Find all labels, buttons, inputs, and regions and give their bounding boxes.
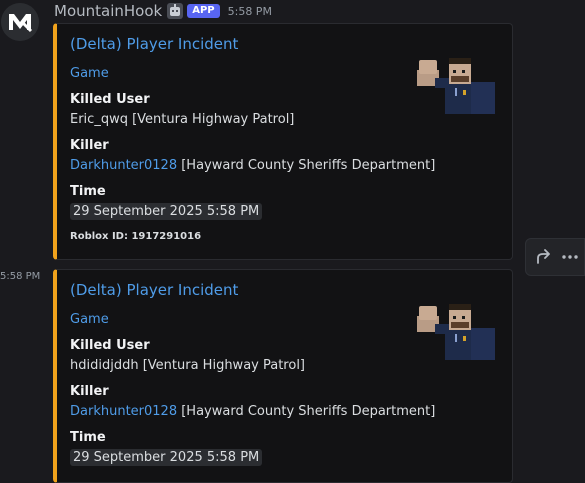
field-name-killed-user: Killed User bbox=[70, 338, 150, 353]
embed-title[interactable]: (Delta) Player Incident bbox=[70, 35, 238, 53]
side-timestamp[interactable]: 5:58 PM bbox=[0, 271, 40, 282]
killer-department: [Hayward County Sheriffs Department] bbox=[177, 158, 436, 173]
killer-link[interactable]: Darkhunter0128 bbox=[70, 404, 177, 419]
field-name-time: Time bbox=[70, 430, 106, 445]
embed-footer: Roblox ID: 1917291016 bbox=[70, 231, 202, 242]
time-pill[interactable]: 29 September 2025 5:58 PM bbox=[70, 449, 263, 466]
bot-icon bbox=[167, 3, 184, 19]
embed-card: (Delta) Player Incident Game Killed User… bbox=[53, 23, 513, 260]
field-value-time: 29 September 2025 5:58 PM bbox=[70, 203, 263, 220]
killer-link[interactable]: Darkhunter0128 bbox=[70, 158, 177, 173]
app-badge: APP bbox=[187, 4, 220, 18]
message-timestamp[interactable]: 5:58 PM bbox=[228, 5, 272, 18]
field-name-time: Time bbox=[70, 184, 106, 199]
embed-description[interactable]: Game bbox=[70, 66, 109, 81]
field-value-killed-user: Eric_qwq [Ventura Highway Patrol] bbox=[70, 112, 295, 127]
field-value-killer: Darkhunter0128 [Hayward County Sheriffs … bbox=[70, 158, 435, 173]
embed-card: (Delta) Player Incident Game Killed User… bbox=[53, 269, 513, 483]
killer-department: [Hayward County Sheriffs Department] bbox=[177, 404, 436, 419]
field-name-killed-user: Killed User bbox=[70, 92, 150, 107]
embed-title[interactable]: (Delta) Player Incident bbox=[70, 281, 238, 299]
field-value-killer: Darkhunter0128 [Hayward County Sheriffs … bbox=[70, 404, 435, 419]
message-header: MountainHook APP 5:58 PM bbox=[54, 2, 272, 20]
field-name-killer: Killer bbox=[70, 384, 109, 399]
player-thumbnail[interactable] bbox=[415, 56, 497, 114]
field-value-time: 29 September 2025 5:58 PM bbox=[70, 449, 263, 466]
forward-icon[interactable] bbox=[534, 247, 554, 267]
avatar[interactable] bbox=[1, 3, 39, 41]
field-name-killer: Killer bbox=[70, 138, 109, 153]
field-value-killed-user: hdididjddh [Ventura Highway Patrol] bbox=[70, 358, 305, 373]
player-thumbnail[interactable] bbox=[415, 302, 497, 360]
username[interactable]: MountainHook bbox=[54, 2, 162, 20]
embed-description[interactable]: Game bbox=[70, 312, 109, 327]
more-icon[interactable] bbox=[560, 247, 580, 267]
message-hover-toolbar bbox=[525, 238, 585, 276]
time-pill[interactable]: 29 September 2025 5:58 PM bbox=[70, 203, 263, 220]
